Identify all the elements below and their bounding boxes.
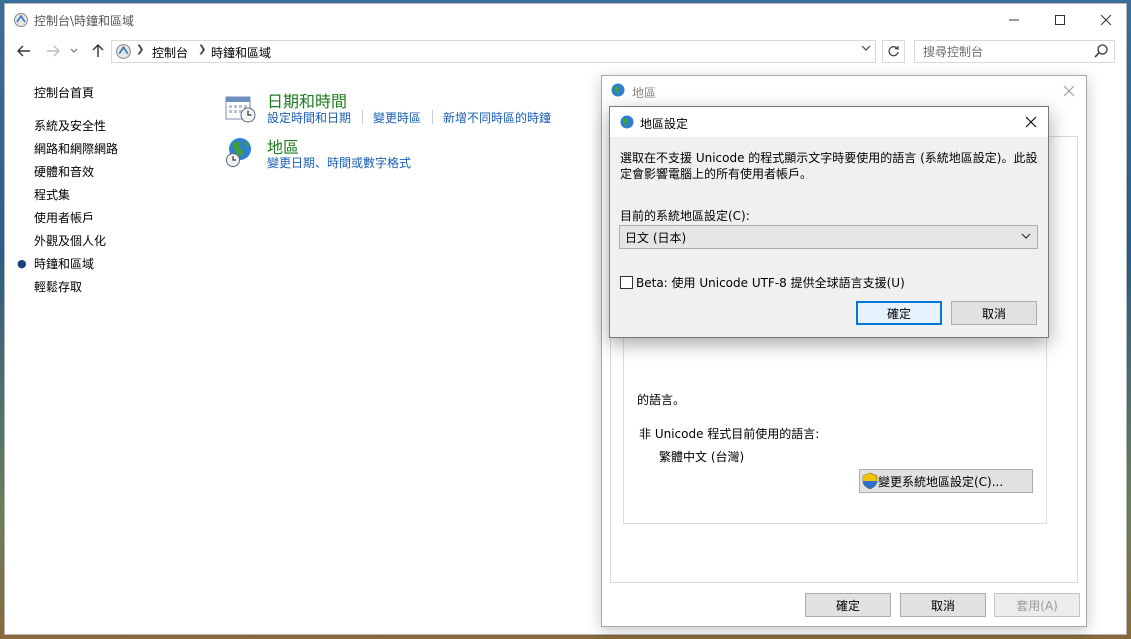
uac-shield-icon <box>862 472 878 490</box>
back-button[interactable] <box>14 41 34 61</box>
settings-title-bar[interactable]: 地區設定 <box>610 107 1048 137</box>
window-title: 控制台\時鐘和區域 <box>34 14 135 28</box>
search-input[interactable] <box>915 41 1090 62</box>
minimize-button[interactable] <box>994 4 1034 35</box>
control-panel-icon <box>116 44 131 59</box>
nav-user-accounts[interactable]: 使用者帳戶 <box>34 209 94 226</box>
partially-hidden-text: 的語言。 <box>637 393 686 407</box>
utf8-beta-label[interactable]: Beta: 使用 Unicode UTF-8 提供全球語言支援(U) <box>636 274 905 291</box>
breadcrumb-control-panel[interactable]: 控制台 <box>152 44 188 61</box>
nav-ease-of-access[interactable]: 輕鬆存取 <box>34 278 82 295</box>
nav-programs[interactable]: 程式集 <box>34 186 70 203</box>
system-locale-select[interactable]: 日文 (日本) <box>619 225 1038 249</box>
nav-network-internet[interactable]: 網路和網際網路 <box>34 140 118 157</box>
maximize-icon <box>1055 14 1065 25</box>
settings-ok-button[interactable]: 確定 <box>856 301 942 325</box>
minimize-icon <box>1009 19 1019 20</box>
maximize-button[interactable] <box>1040 4 1080 35</box>
control-panel-icon <box>14 13 28 27</box>
selected-bullet: ● <box>17 257 27 270</box>
region-dialog-title: 地區 <box>632 86 657 100</box>
add-clocks-link[interactable]: 新增不同時區的時鐘 <box>443 109 551 126</box>
region-close-button[interactable] <box>1058 80 1080 102</box>
settings-cancel-button[interactable]: 取消 <box>951 301 1037 325</box>
globe-icon <box>620 115 634 129</box>
nav-system-security[interactable]: 系統及安全性 <box>34 117 106 134</box>
chevron-right-icon[interactable]: ❯ <box>198 44 206 55</box>
region-cancel-button[interactable]: 取消 <box>900 593 986 617</box>
change-system-locale-label: 變更系統地區設定(C)... <box>878 474 1004 489</box>
change-system-locale-button[interactable]: 變更系統地區設定(C)... <box>859 469 1033 493</box>
region-apply-button[interactable]: 套用(A) <box>994 593 1080 617</box>
chevron-down-icon <box>70 48 78 53</box>
recent-locations-button[interactable] <box>67 41 81 61</box>
settings-close-button[interactable] <box>1020 111 1042 133</box>
region-ok-button[interactable]: 確定 <box>805 593 891 617</box>
arrow-right-icon <box>47 45 60 57</box>
chevron-down-icon[interactable] <box>861 44 871 55</box>
control-panel-home-link[interactable]: 控制台首頁 <box>34 84 94 101</box>
chevron-down-icon <box>1021 233 1031 239</box>
arrow-left-icon <box>17 45 30 57</box>
calendar-clock-icon[interactable] <box>223 91 257 125</box>
settings-dialog-title: 地區設定 <box>640 117 689 131</box>
nav-appearance[interactable]: 外觀及個人化 <box>34 232 106 249</box>
region-settings-dialog: 地區設定 選取在不支援 Unicode 的程式顯示文字時要使用的語言 (系統地區… <box>609 106 1049 338</box>
forward-button[interactable] <box>43 41 63 61</box>
current-locale-label: 目前的系統地區設定(C): <box>620 209 750 223</box>
globe-icon <box>611 83 625 97</box>
up-button[interactable] <box>88 41 108 61</box>
non-unicode-value: 繁體中文 (台灣) <box>659 450 745 464</box>
nav-clock-region[interactable]: 時鐘和區域 <box>34 255 94 272</box>
utf8-beta-checkbox[interactable] <box>620 276 633 289</box>
close-icon <box>1025 116 1037 128</box>
system-locale-value: 日文 (日本) <box>625 230 687 245</box>
change-timezone-link[interactable]: 變更時區 <box>373 109 421 126</box>
close-button[interactable] <box>1086 4 1126 35</box>
refresh-icon <box>888 46 899 57</box>
link-divider <box>432 110 433 124</box>
search-icon[interactable] <box>1093 43 1109 59</box>
settings-description: 選取在不支援 Unicode 的程式顯示文字時要使用的語言 (系統地區設定)。此… <box>620 151 1038 181</box>
globe-clock-icon[interactable] <box>223 135 257 169</box>
arrow-up-icon <box>92 44 104 57</box>
chevron-right-icon[interactable]: ❯ <box>136 44 144 55</box>
non-unicode-label: 非 Unicode 程式目前使用的語言: <box>639 427 820 441</box>
set-time-date-link[interactable]: 設定時間和日期 <box>267 109 351 126</box>
link-divider <box>362 110 363 124</box>
change-formats-link[interactable]: 變更日期、時間或數字格式 <box>267 154 411 171</box>
close-icon <box>1063 85 1075 97</box>
search-box <box>914 40 1115 63</box>
address-bar[interactable]: ❯ 控制台 ❯ 時鐘和區域 <box>111 40 876 63</box>
title-bar[interactable]: 控制台\時鐘和區域 <box>5 4 1126 35</box>
refresh-button[interactable] <box>882 40 905 63</box>
close-icon <box>1100 14 1112 25</box>
nav-hardware-sound[interactable]: 硬體和音效 <box>34 163 94 180</box>
breadcrumb-clock-region[interactable]: 時鐘和區域 <box>211 44 271 61</box>
navigation-bar: ❯ 控制台 ❯ 時鐘和區域 <box>5 38 1126 64</box>
